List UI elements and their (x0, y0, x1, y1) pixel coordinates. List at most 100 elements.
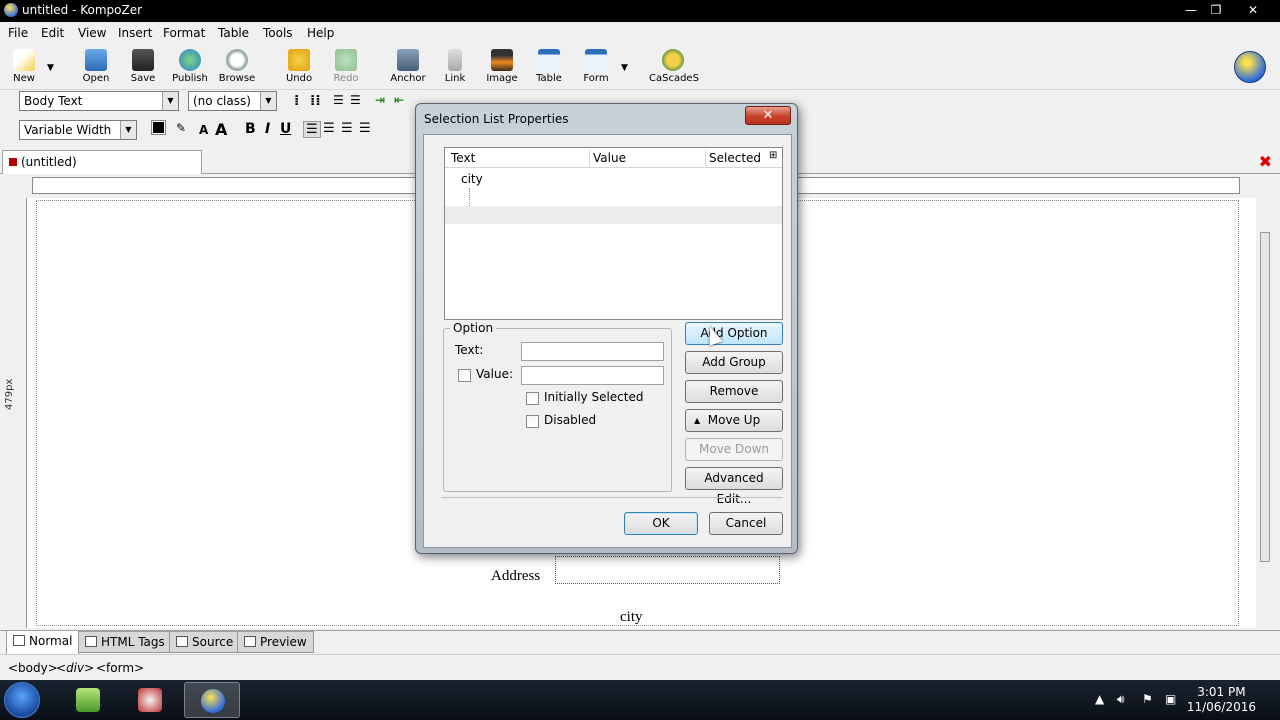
paragraph-format-select[interactable]: Body Text ▼ (19, 91, 179, 111)
italic-button[interactable]: I (265, 121, 270, 137)
maximize-button[interactable]: ❐ (1201, 0, 1231, 20)
indent-icon[interactable]: ⇥ (375, 93, 385, 107)
new-button[interactable]: New (0, 47, 48, 89)
close-window-button[interactable]: ✕ (1238, 0, 1268, 20)
column-text[interactable]: Text (451, 151, 475, 165)
list-icon[interactable]: ☰ (333, 93, 344, 107)
taskbar-clock[interactable]: 3:01 PM 11/06/2016 (1187, 685, 1256, 715)
option-value-input[interactable] (521, 366, 664, 385)
bold-button[interactable]: B (245, 121, 256, 137)
add-group-button[interactable]: Add Group (685, 351, 783, 374)
tab-html-tags[interactable]: HTML Tags (78, 631, 172, 653)
address-field[interactable] (555, 556, 780, 584)
form-dropdown-icon[interactable]: ▼ (621, 63, 628, 73)
scrollbar-thumb[interactable] (1260, 232, 1270, 562)
browse-button[interactable]: Browse (213, 47, 261, 89)
menu-view[interactable]: View (78, 26, 106, 40)
menu-file[interactable]: File (8, 26, 28, 40)
add-option-button[interactable]: Add Option (685, 322, 783, 345)
smaller-font-icon[interactable]: A (199, 123, 208, 137)
ok-button[interactable]: OK (624, 512, 698, 535)
bullet-list-icon[interactable]: ⁞⁞ (310, 93, 321, 109)
class-select[interactable]: (no class) ▼ (188, 91, 277, 111)
highlight-icon[interactable]: ✎ (176, 121, 186, 135)
volume-icon[interactable]: 🔊︎ (1117, 692, 1125, 707)
disabled-checkbox[interactable] (526, 415, 539, 428)
vertical-scrollbar[interactable] (1258, 198, 1272, 628)
tab-source[interactable]: Source (169, 631, 241, 653)
tree-row-option[interactable] (445, 188, 782, 206)
taskbar-kompozer[interactable] (184, 682, 240, 718)
text-color-icon[interactable] (151, 120, 166, 135)
close-tab-icon[interactable]: ✖ (1259, 152, 1272, 171)
cascades-button[interactable]: CaScadeS (649, 47, 699, 89)
anchor-button[interactable]: Anchor (384, 47, 432, 89)
tray-expand-icon[interactable]: ▲ (1095, 692, 1104, 706)
open-button[interactable]: Open (72, 47, 120, 89)
image-button[interactable]: Image (478, 47, 526, 89)
menu-table[interactable]: Table (218, 26, 249, 40)
cancel-button[interactable]: Cancel (709, 512, 783, 535)
tab-preview[interactable]: Preview (237, 631, 314, 653)
status-tag-div[interactable]: <div> (56, 661, 94, 675)
action-center-icon[interactable]: ⚑ (1142, 692, 1153, 706)
taskbar-app[interactable] (122, 682, 178, 718)
publish-button[interactable]: Publish (166, 47, 214, 89)
chevron-down-icon: ▼ (120, 121, 136, 139)
status-tag-form[interactable]: <form> (96, 661, 144, 675)
align-center-icon[interactable]: ☰ (323, 121, 335, 136)
arrow-up-icon: ▲ (694, 416, 701, 425)
column-selected[interactable]: Selected (709, 151, 761, 165)
address-label: Address (491, 568, 541, 584)
link-button[interactable]: Link (431, 47, 479, 89)
move-down-button[interactable]: Move Down (685, 438, 783, 461)
undo-button[interactable]: Undo (275, 47, 323, 89)
font-value: Variable Width (24, 123, 112, 137)
status-tag-body[interactable]: <body> (8, 661, 58, 675)
network-icon[interactable]: ▣ (1165, 692, 1176, 706)
selection-list-properties-dialog: Selection List Properties ✕ Text Value S… (415, 103, 798, 554)
list-alt-icon[interactable]: ☰ (350, 93, 361, 107)
dialog-body: Text Value Selected ⊞ city Option Text: … (423, 134, 792, 548)
tab-normal[interactable]: Normal (6, 631, 80, 655)
column-picker-icon[interactable]: ⊞ (769, 150, 777, 161)
redo-button[interactable]: Redo (322, 47, 370, 89)
option-text-input[interactable] (521, 342, 664, 361)
table-button[interactable]: Table (525, 47, 573, 89)
menu-edit[interactable]: Edit (41, 26, 64, 40)
dialog-close-button[interactable]: ✕ (745, 106, 791, 125)
column-value[interactable]: Value (593, 151, 626, 165)
move-up-button[interactable]: ▲ Move Up (685, 409, 783, 432)
menu-insert[interactable]: Insert (118, 26, 152, 40)
remove-button[interactable]: Remove (685, 380, 783, 403)
new-dropdown-icon[interactable]: ▼ (47, 63, 54, 73)
anchor-icon (397, 49, 419, 71)
form-button[interactable]: Form (572, 47, 620, 89)
image-icon (491, 49, 513, 71)
larger-font-icon[interactable]: A (215, 120, 227, 139)
start-button[interactable] (4, 682, 40, 718)
form-label: Form (583, 73, 609, 84)
tab-untitled[interactable]: (untitled) (2, 150, 202, 174)
save-button[interactable]: Save (119, 47, 167, 89)
font-select[interactable]: Variable Width ▼ (19, 120, 137, 140)
align-right-icon[interactable]: ☰ (341, 121, 353, 136)
window-title: untitled - KompoZer (22, 3, 143, 17)
underline-button[interactable]: U (280, 121, 291, 137)
undo-icon (288, 49, 310, 71)
outdent-icon[interactable]: ⇤ (394, 93, 404, 107)
advanced-edit-button[interactable]: Advanced Edit... (685, 467, 783, 506)
value-checkbox[interactable] (458, 369, 471, 382)
tree-row-option-selected[interactable] (445, 206, 782, 224)
tree-row-root[interactable]: city (445, 170, 782, 188)
options-tree[interactable]: Text Value Selected ⊞ city (444, 147, 783, 320)
menu-help[interactable]: Help (307, 26, 334, 40)
menu-format[interactable]: Format (163, 26, 205, 40)
align-left-icon[interactable]: ☰ (303, 121, 321, 138)
initially-selected-checkbox[interactable] (526, 392, 539, 405)
taskbar-notepad[interactable] (60, 682, 116, 718)
numbered-list-icon[interactable]: ⁞ (294, 93, 299, 109)
menu-tools[interactable]: Tools (263, 26, 293, 40)
link-label: Link (444, 73, 466, 84)
justify-icon[interactable]: ☰ (359, 121, 371, 136)
